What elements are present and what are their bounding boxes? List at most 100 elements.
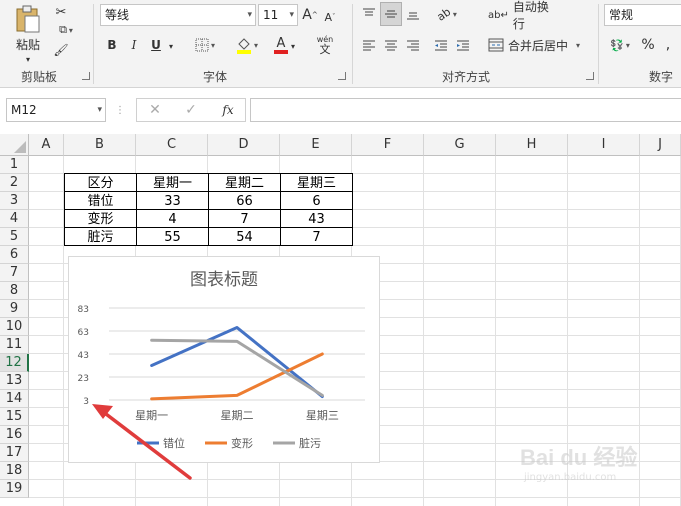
- table-cell[interactable]: 脏污: [64, 227, 137, 246]
- row-header-4[interactable]: 4: [0, 210, 29, 228]
- paste-dropdown[interactable]: ▾: [22, 54, 34, 64]
- name-box[interactable]: M12 ▾: [6, 98, 106, 122]
- font-name-select[interactable]: 等线 ▾: [100, 4, 256, 26]
- paintbrush-icon: 🖌: [53, 43, 69, 57]
- table-cell[interactable]: 43: [280, 209, 353, 228]
- row-header-18[interactable]: 18: [0, 462, 29, 480]
- row-header-5[interactable]: 5: [0, 228, 29, 246]
- column-header-d[interactable]: D: [208, 134, 280, 156]
- paste-label: 粘贴: [15, 37, 40, 52]
- ribbon: 粘贴 ▾ ✂ ⧉ ▾ 🖌 剪贴板 等线 ▾ 11 ▾ A ^ Aˇ B I U ▾ …: [0, 0, 681, 88]
- table-cell[interactable]: 55: [136, 227, 209, 246]
- row-header-8[interactable]: 8: [0, 282, 29, 300]
- number-format-select[interactable]: 常规: [604, 4, 681, 26]
- clipboard-launcher-icon[interactable]: [82, 72, 90, 80]
- row-header-1[interactable]: 1: [0, 156, 29, 174]
- copy-button[interactable]: ⧉ ▾: [52, 22, 80, 38]
- borders-button[interactable]: ▾: [190, 36, 220, 54]
- align-top-button[interactable]: [360, 4, 378, 24]
- column-header-g[interactable]: G: [424, 134, 496, 156]
- percent-button[interactable]: %: [640, 36, 656, 54]
- table-cell[interactable]: 错位: [64, 191, 137, 210]
- align-left-button[interactable]: [360, 36, 378, 54]
- format-painter-button[interactable]: 🖌: [52, 42, 70, 58]
- alignment-launcher-icon[interactable]: [586, 72, 594, 80]
- row-header-17[interactable]: 17: [0, 444, 29, 462]
- align-right-button[interactable]: [404, 36, 422, 54]
- row-header-16[interactable]: 16: [0, 426, 29, 444]
- column-header-a[interactable]: A: [29, 134, 64, 156]
- row-header-14[interactable]: 14: [0, 390, 29, 408]
- wrap-text-button[interactable]: ab↵ 自动换行: [488, 0, 560, 31]
- font-color-dropdown[interactable]: ▾: [288, 40, 298, 52]
- table-cell[interactable]: 66: [208, 191, 281, 210]
- merge-center-button[interactable]: 合并后居中 ▾: [488, 34, 586, 56]
- row-header-11[interactable]: 11: [0, 336, 29, 354]
- cancel-icon[interactable]: ✕: [146, 100, 164, 120]
- paste-button[interactable]: 粘贴: [8, 2, 48, 54]
- font-launcher-icon[interactable]: [338, 72, 346, 80]
- underline-button[interactable]: U: [148, 36, 164, 54]
- column-header-c[interactable]: C: [136, 134, 208, 156]
- insert-function-button[interactable]: fx: [216, 100, 240, 120]
- table-header-cell[interactable]: 区分: [64, 173, 137, 192]
- italic-button[interactable]: I: [126, 36, 142, 54]
- table-header-cell[interactable]: 星期三: [280, 173, 353, 192]
- row-header-2[interactable]: 2: [0, 174, 29, 192]
- row-header-6[interactable]: 6: [0, 246, 29, 264]
- font-color-swatch: [274, 49, 288, 54]
- comma-style-button[interactable]: ,: [660, 36, 676, 54]
- align-bottom-icon: [407, 12, 419, 20]
- row-header-9[interactable]: 9: [0, 300, 29, 318]
- row-header-10[interactable]: 10: [0, 318, 29, 336]
- decrease-indent-button[interactable]: [432, 36, 450, 54]
- merge-center-label: 合并后居中: [508, 38, 569, 53]
- row-header-13[interactable]: 13: [0, 372, 29, 390]
- column-header-j[interactable]: J: [640, 134, 681, 156]
- row-header-3[interactable]: 3: [0, 192, 29, 210]
- watermark-brand: Bai du 经验: [520, 445, 638, 470]
- column-header-f[interactable]: F: [352, 134, 424, 156]
- row-header-19[interactable]: 19: [0, 480, 29, 498]
- table-cell[interactable]: 6: [280, 191, 353, 210]
- chevron-down-icon: ▾: [97, 105, 102, 115]
- column-header-h[interactable]: H: [496, 134, 568, 156]
- table-cell[interactable]: 4: [136, 209, 209, 228]
- bold-button[interactable]: B: [104, 36, 120, 54]
- enter-icon[interactable]: ✓: [182, 100, 200, 120]
- decrease-font-button[interactable]: Aˇ: [322, 6, 338, 28]
- line-chart[interactable]: 图表标题 83 63 43 23 3 星期一 星期二 星期三 错位 变形 脏污: [68, 256, 380, 463]
- chart-title: 图表标题: [190, 270, 258, 290]
- underline-dropdown[interactable]: ▾: [166, 40, 176, 52]
- number-format-value: 常规: [609, 8, 634, 22]
- table-cell[interactable]: 54: [208, 227, 281, 246]
- align-middle-button[interactable]: [380, 2, 402, 26]
- accounting-format-button[interactable]: 💱 ▾: [606, 36, 634, 54]
- clipboard-group-label: 剪贴板: [20, 70, 57, 84]
- table-cell[interactable]: 变形: [64, 209, 137, 228]
- orientation-button[interactable]: ab ▾: [432, 4, 462, 24]
- column-header-e[interactable]: E: [280, 134, 352, 156]
- increase-font-button[interactable]: A ^: [302, 4, 318, 26]
- row-header-12[interactable]: 12: [0, 354, 29, 372]
- align-bottom-button[interactable]: [404, 4, 422, 24]
- table-header-cell[interactable]: 星期二: [208, 173, 281, 192]
- cut-button[interactable]: ✂: [52, 4, 70, 20]
- row-header-7[interactable]: 7: [0, 264, 29, 282]
- table-cell[interactable]: 7: [208, 209, 281, 228]
- select-all-corner[interactable]: [0, 134, 29, 156]
- align-center-button[interactable]: [382, 36, 400, 54]
- column-header-i[interactable]: I: [568, 134, 640, 156]
- table-header-cell[interactable]: 星期一: [136, 173, 209, 192]
- formula-input[interactable]: [250, 98, 681, 122]
- phonetic-button[interactable]: wén 文: [308, 34, 342, 56]
- font-size-select[interactable]: 11 ▾: [258, 4, 298, 26]
- column-header-b[interactable]: B: [64, 134, 136, 156]
- increase-indent-button[interactable]: [454, 36, 472, 54]
- table-cell[interactable]: 33: [136, 191, 209, 210]
- scissors-icon: ✂: [55, 4, 67, 20]
- table-cell[interactable]: 7: [280, 227, 353, 246]
- phonetic-char: 文: [319, 43, 331, 56]
- fill-color-button[interactable]: ▾: [232, 34, 262, 56]
- row-header-15[interactable]: 15: [0, 408, 29, 426]
